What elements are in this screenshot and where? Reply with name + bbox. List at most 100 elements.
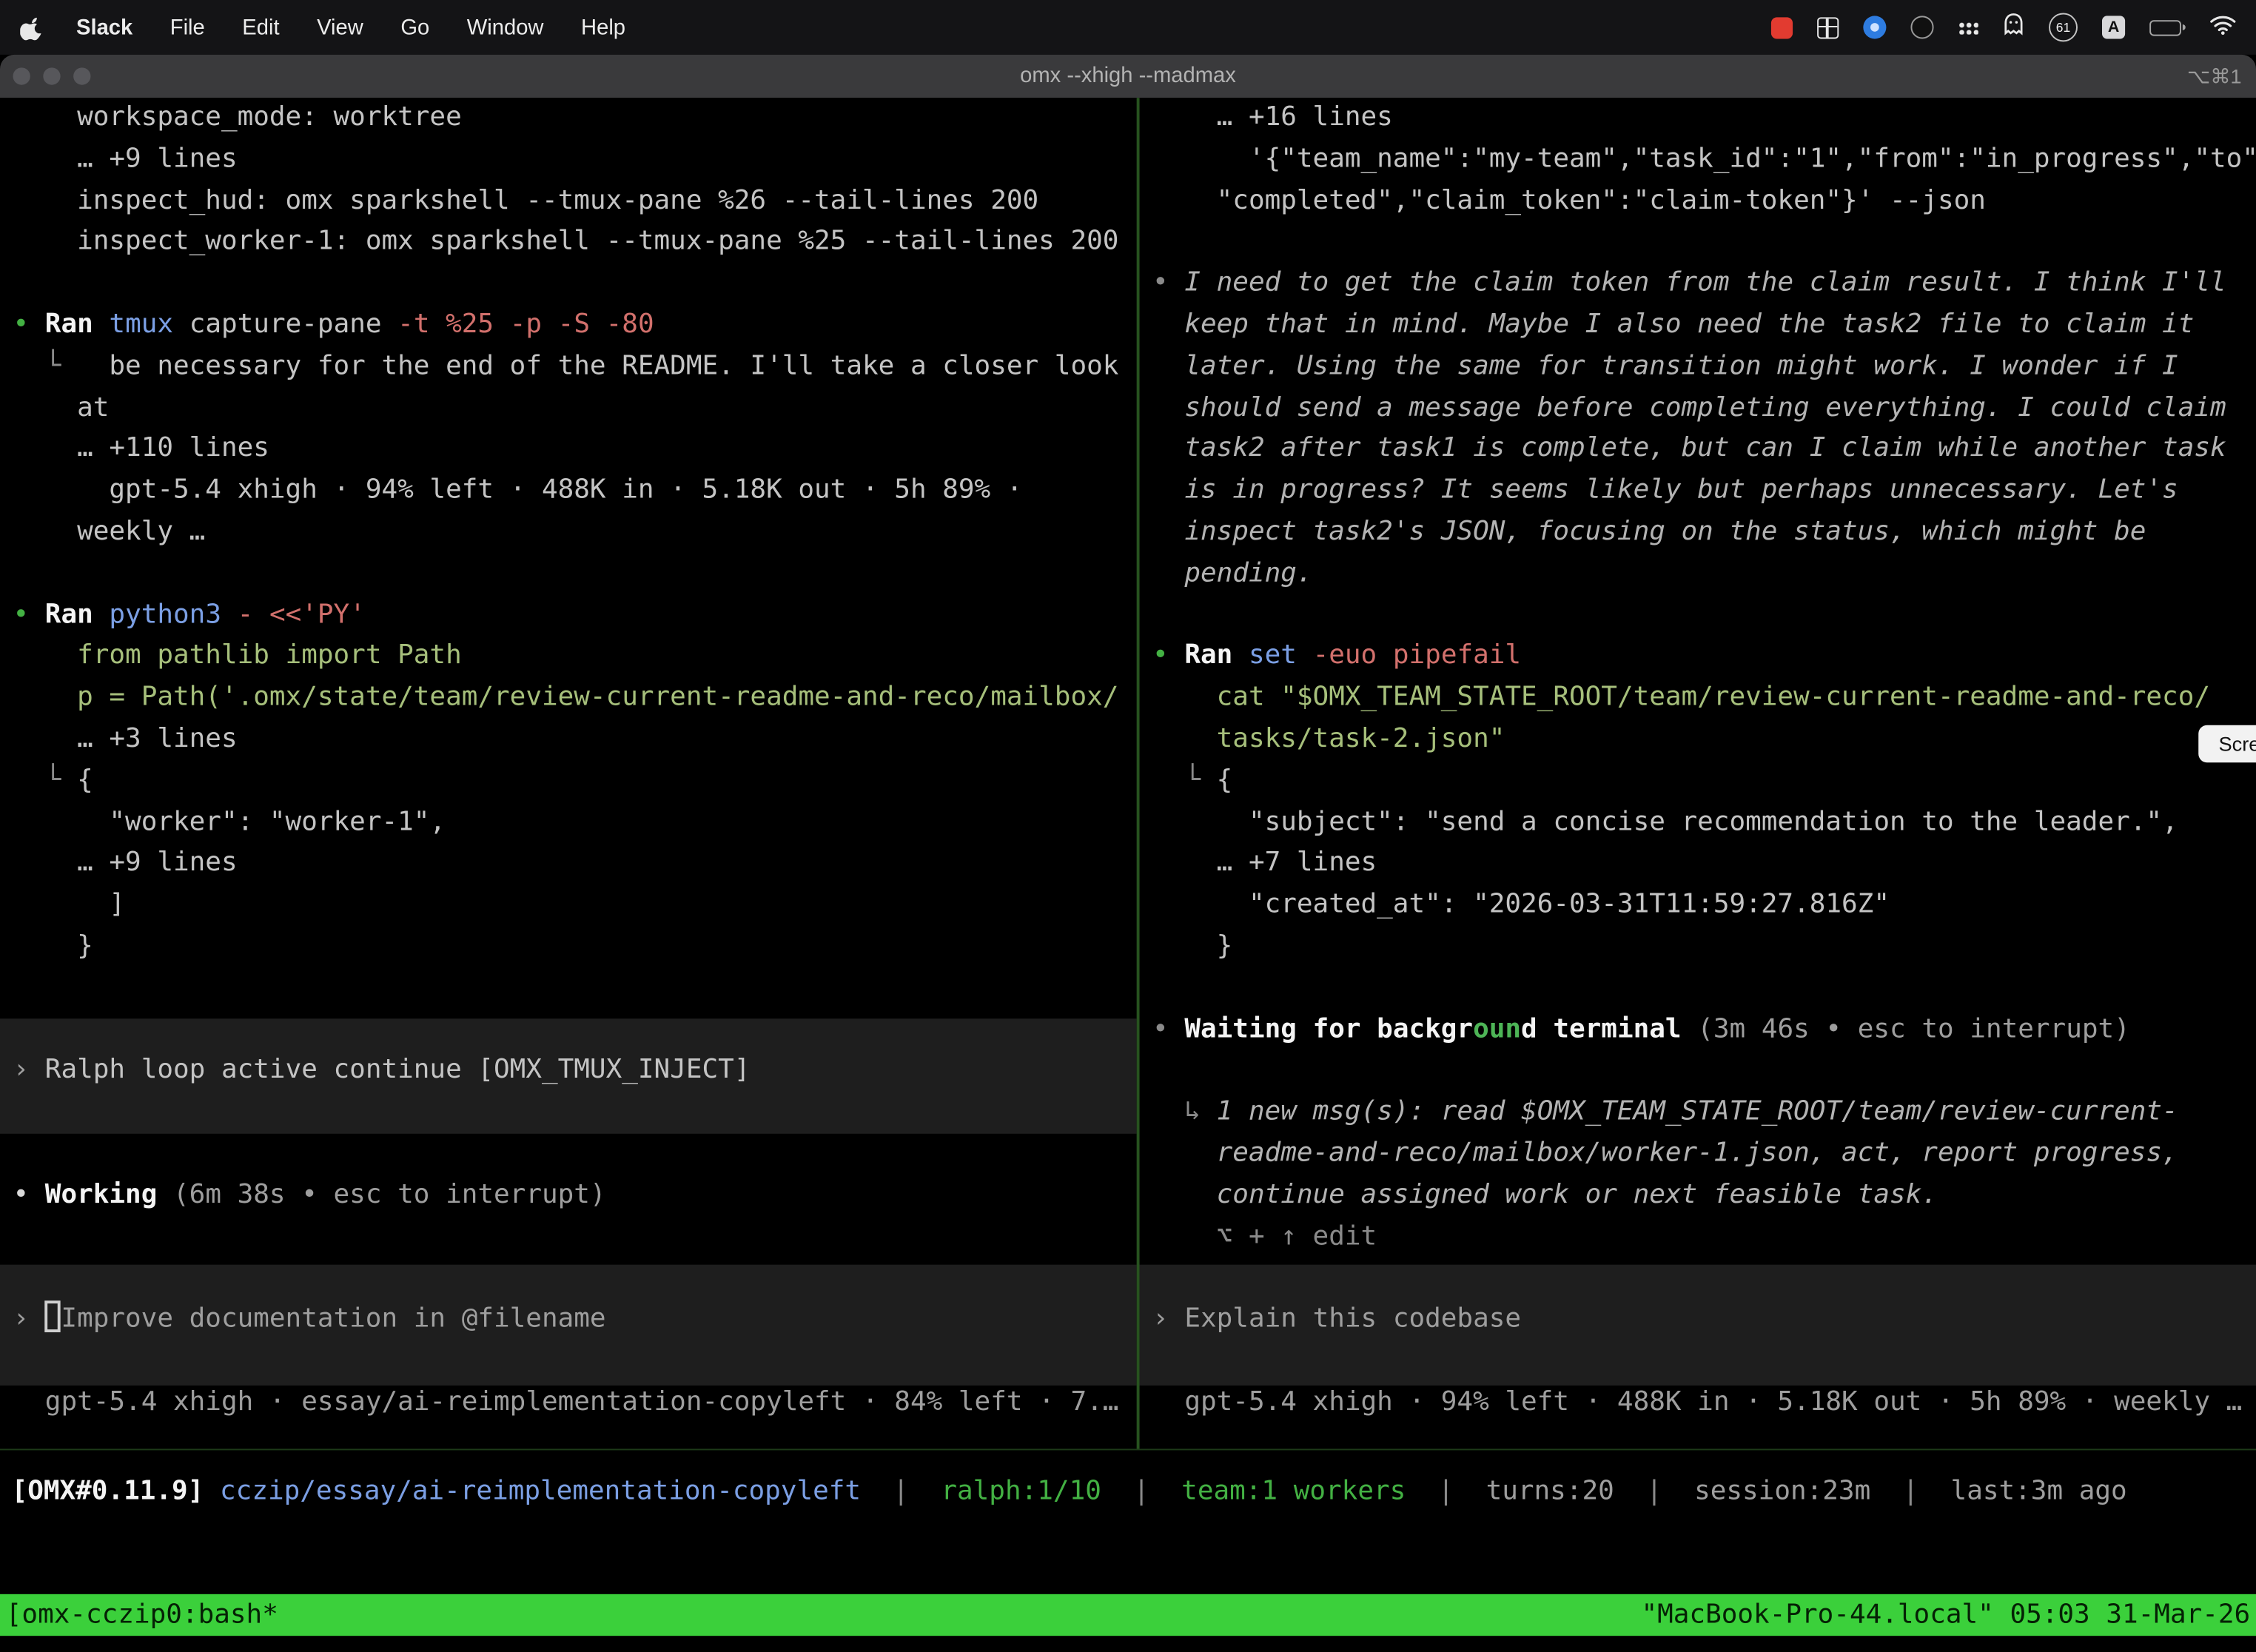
terminal-line: "worker": "worker-1", (13, 802, 1136, 844)
window-title: omx --xhigh --madmax (0, 55, 2256, 98)
terminal-line: • Ran set -euo pipefail (1152, 637, 2256, 678)
terminal-line: is in progress? It seems likely but perh… (1152, 471, 2256, 512)
pane-divider (1137, 98, 1140, 1448)
terminal-line: ⌥ + ↑ edit (1152, 1217, 2256, 1258)
terminal-line (13, 263, 1136, 305)
apple-menu-icon[interactable] (20, 15, 44, 39)
terminal-line: pending. (1152, 554, 2256, 595)
input-source-icon[interactable]: A (2102, 16, 2125, 38)
pane-bottom-border (0, 1448, 2256, 1450)
terminal-line (13, 1341, 1136, 1383)
terminal-line (13, 1134, 1136, 1175)
omx-status-line: [OMX#0.11.9] cczip/essay/ai-reimplementa… (12, 1471, 2127, 1512)
battery-percent-label: 61 (2056, 20, 2070, 34)
battery-icon[interactable] (2149, 19, 2186, 35)
terminal-line: tasks/task-2.json" (1152, 719, 2256, 761)
terminal-line: ] (13, 885, 1136, 927)
terminal-rows-left: workspace_mode: worktree … +9 lines insp… (0, 98, 1137, 1448)
terminal-line (1152, 595, 2256, 637)
terminal-line (1152, 1051, 2256, 1092)
terminal-line (13, 968, 1136, 1010)
dark-circle-icon[interactable] (1910, 16, 1933, 38)
terminal-line: inspect task2's JSON, focusing on the st… (1152, 512, 2256, 554)
active-app-menu[interactable]: Slack (76, 15, 132, 39)
menu-bar-status-icons: 61 A (1771, 13, 2256, 41)
terminal-line (13, 1010, 1136, 1051)
screen: Slack File Edit View Go Window Help 61 A (0, 0, 2256, 1652)
terminal-line (13, 1092, 1136, 1134)
terminal-line (1152, 1341, 2256, 1383)
terminal-line: … +9 lines (13, 139, 1136, 181)
terminal-line: › Improve documentation in @filename (13, 1300, 1136, 1341)
ghost-icon[interactable] (2003, 13, 2024, 41)
tmux-session-label: [omx-cczip0:bash* (6, 1594, 278, 1636)
terminal: workspace_mode: worktree … +9 lines insp… (0, 98, 2256, 1651)
wifi-icon[interactable] (2210, 13, 2236, 41)
menu-item-edit[interactable]: Edit (242, 15, 279, 39)
terminal-line (1152, 1258, 2256, 1300)
menu-items: File Edit View Go Window Help (170, 15, 663, 39)
terminal-pane-left[interactable]: workspace_mode: worktree … +9 lines insp… (0, 98, 1137, 1448)
battery-percent-icon[interactable]: 61 (2049, 13, 2078, 41)
terminal-line (1152, 222, 2256, 263)
terminal-line: inspect_hud: omx sparkshell --tmux-pane … (13, 181, 1136, 222)
menu-item-file[interactable]: File (170, 15, 205, 39)
terminal-line: └ { (13, 761, 1136, 802)
terminal-line: "subject": "send a concise recommendatio… (1152, 802, 2256, 844)
terminal-pane-right[interactable]: … +16 lines '{"team_name":"my-team","tas… (1140, 98, 2256, 1448)
terminal-line: └ { (1152, 761, 2256, 802)
terminal-line: › Ralph loop active continue [OMX_TMUX_I… (13, 1051, 1136, 1092)
terminal-line: continue assigned work or next feasible … (1152, 1175, 2256, 1217)
terminal-line: … +110 lines (13, 429, 1136, 471)
terminal-line (13, 554, 1136, 595)
terminal-line: } (13, 927, 1136, 968)
terminal-line (13, 1258, 1136, 1300)
terminal-line (1152, 968, 2256, 1010)
terminal-line: '{"team_name":"my-team","task_id":"1","f… (1152, 139, 2256, 181)
terminal-line: "completed","claim_token":"claim-token"}… (1152, 181, 2256, 222)
terminal-line: inspect_worker-1: omx sparkshell --tmux-… (13, 222, 1136, 263)
terminal-line: … +3 lines (13, 719, 1136, 761)
terminal-line: • I need to get the claim token from the… (1152, 263, 2256, 305)
screen-recording-indicator-icon[interactable] (1771, 16, 1793, 38)
terminal-line: › Explain this codebase (1152, 1300, 2256, 1341)
blue-app-icon[interactable] (1863, 16, 1886, 38)
window-title-bar[interactable]: omx --xhigh --madmax ⌥⌘1 (0, 55, 2256, 98)
terminal-line: … +7 lines (1152, 844, 2256, 885)
terminal-line: p = Path('.omx/state/team/review-current… (13, 678, 1136, 719)
terminal-line: gpt-5.4 xhigh · 94% left · 488K in · 5.1… (13, 471, 1136, 512)
menu-item-window[interactable]: Window (467, 15, 544, 39)
terminal-line: at (13, 388, 1136, 429)
terminal-line: readme-and-reco/mailbox/worker-1.json, a… (1152, 1134, 2256, 1175)
grid-icon[interactable] (1817, 16, 1839, 38)
terminal-line: gpt-5.4 xhigh · essay/ai-reimplementatio… (13, 1382, 1136, 1423)
terminal-rows-right: … +16 lines '{"team_name":"my-team","tas… (1140, 98, 2256, 1448)
dots-grid-icon[interactable] (1958, 21, 1978, 33)
terminal-line: ↳ 1 new msg(s): read $OMX_TEAM_STATE_ROO… (1152, 1092, 2256, 1134)
terminal-line: keep that in mind. Maybe I also need the… (1152, 305, 2256, 346)
terminal-line: gpt-5.4 xhigh · 94% left · 488K in · 5.1… (1152, 1382, 2256, 1423)
terminal-line: • Working (6m 38s • esc to interrupt) (13, 1175, 1136, 1217)
screen-tooltip: Scre (2198, 725, 2256, 763)
terminal-line: • Ran tmux capture-pane -t %25 -p -S -80 (13, 305, 1136, 346)
menu-item-help[interactable]: Help (581, 15, 625, 39)
terminal-line: "created_at": "2026-03-31T11:59:27.816Z" (1152, 885, 2256, 927)
tmux-host-clock-label: "MacBook-Pro-44.local" 05:03 31-Mar-26 (1641, 1594, 2250, 1636)
terminal-line (13, 1217, 1136, 1258)
terminal-line: from pathlib import Path (13, 637, 1136, 678)
terminal-line: weekly … (13, 512, 1136, 554)
terminal-line: • Ran python3 - <<'PY' (13, 595, 1136, 637)
menu-item-go[interactable]: Go (400, 15, 429, 39)
terminal-line: } (1152, 927, 2256, 968)
tmux-status-bar: [omx-cczip0:bash* "MacBook-Pro-44.local"… (0, 1594, 2256, 1636)
terminal-line: should send a message before completing … (1152, 388, 2256, 429)
menu-item-view[interactable]: View (317, 15, 363, 39)
menu-bar: Slack File Edit View Go Window Help 61 A (0, 0, 2256, 55)
terminal-line: cat "$OMX_TEAM_STATE_ROOT/team/review-cu… (1152, 678, 2256, 719)
terminal-line: • Waiting for background terminal (3m 46… (1152, 1010, 2256, 1051)
terminal-line: … +9 lines (13, 844, 1136, 885)
menu-bar-left: Slack File Edit View Go Window Help (0, 15, 663, 39)
terminal-line: … +16 lines (1152, 98, 2256, 139)
terminal-line: workspace_mode: worktree (13, 98, 1136, 139)
terminal-line: task2 after task1 is complete, but can I… (1152, 429, 2256, 471)
